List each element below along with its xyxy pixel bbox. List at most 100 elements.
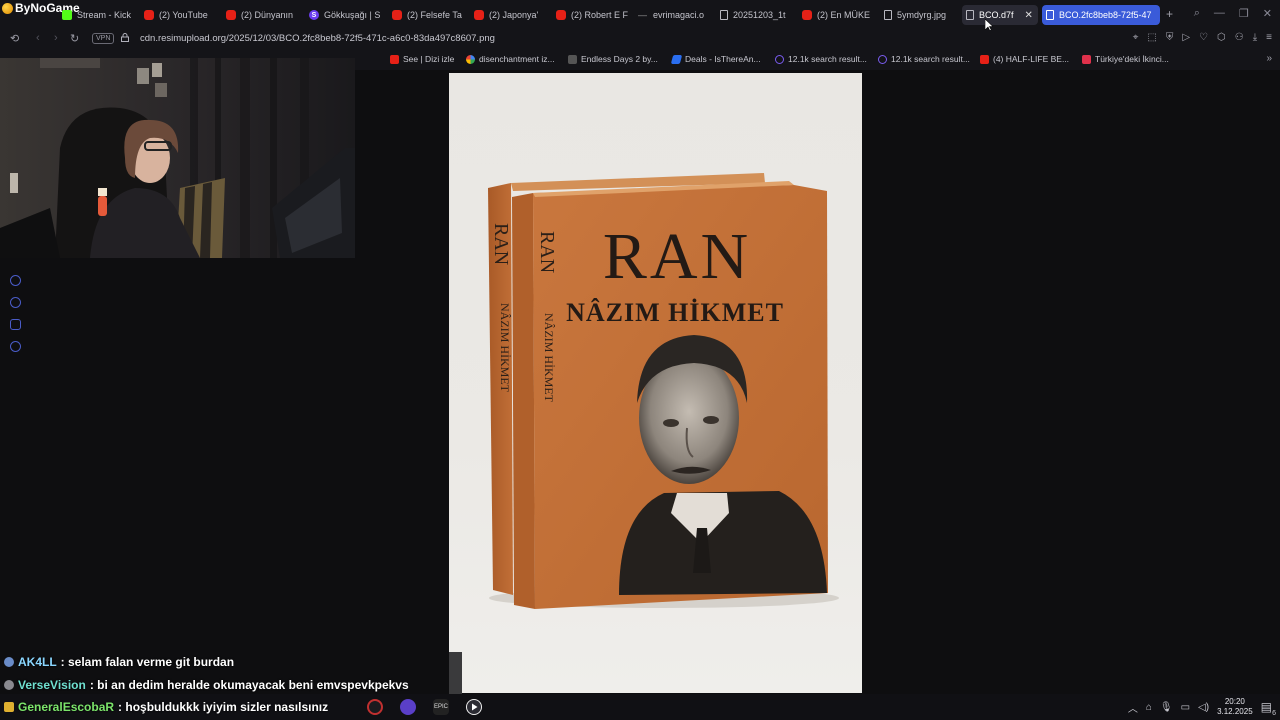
tab-en-muke[interactable]: (2) En MÜKE — [798, 5, 876, 25]
tab-bco-2fc8[interactable]: BCO.2fc8beb8-72f5-47 — [1042, 5, 1160, 25]
webcam-overlay — [0, 58, 355, 258]
youtube-icon — [556, 10, 566, 20]
tab-youtube[interactable]: (2) YouTube — [140, 5, 218, 25]
window-controls: ⌕ — ❐ ✕ — [1194, 7, 1272, 20]
tray-chevron-icon[interactable]: ︿ — [1128, 700, 1138, 715]
pin-icon[interactable]: ⌖ — [1133, 32, 1139, 43]
youtube-icon — [474, 10, 484, 20]
address-bar: ⟲ ‹ › ↻ VPN cdn.resimupload.org/2025/12/… — [0, 30, 1280, 50]
bookmark-see-dizi[interactable]: See | Dizi izle — [390, 54, 454, 64]
deals-icon — [670, 54, 683, 64]
tab-felsefe[interactable]: (2) Felsefe Ta — [388, 5, 466, 25]
close-tab-icon[interactable]: ✕ — [1025, 10, 1033, 21]
chat-message: GeneralEscobaR : hoşbuldukkk iyiyim sizl… — [4, 700, 328, 714]
user-badge-icon — [4, 680, 14, 690]
url-field[interactable]: cdn.resimupload.org/2025/12/03/BCO.2fc8b… — [140, 33, 495, 44]
play-icon — [390, 54, 399, 64]
chat-username[interactable]: GeneralEscobaR — [18, 700, 114, 714]
front-spine-author: NÂZIM HİKMET — [542, 313, 556, 403]
taskbar: GeneralEscobaR : hoşbuldukkk iyiyim sizl… — [0, 694, 1280, 720]
document-icon — [884, 10, 892, 20]
tab-gokkusagi[interactable]: S Gökkuşağı | S — [305, 5, 383, 25]
media-player-icon[interactable] — [466, 699, 482, 715]
search-tabs-icon[interactable]: ⌕ — [1194, 7, 1200, 20]
chat-text: : selam falan verme git burdan — [60, 655, 235, 669]
google-icon — [466, 54, 475, 64]
close-window-icon[interactable]: ✕ — [1263, 7, 1272, 20]
tab-strip: ByNoGame Stream - Kick (2) YouTube (2) D… — [0, 0, 1280, 30]
bookmark-half-life[interactable]: (4) HALF-LIFE BE... — [980, 54, 1069, 64]
tab-5ymdyrg[interactable]: 5ymdyrg.jpg — [880, 5, 958, 25]
profile-icon[interactable]: ⚇ — [1235, 32, 1244, 43]
chat-username[interactable]: VerseVision — [18, 678, 86, 692]
dash-icon: — — [638, 10, 647, 20]
tab-label: Stream - Kick — [77, 10, 132, 20]
new-tab-button[interactable]: + — [1166, 7, 1173, 21]
book-title: RAN — [603, 220, 751, 293]
search-icon — [775, 54, 784, 64]
bookmark-endless-days[interactable]: Endless Days 2 by... — [568, 54, 658, 64]
youtube-icon — [144, 10, 154, 20]
tab-japonya[interactable]: (2) Japonya' — [470, 5, 548, 25]
tab-20251203[interactable]: 20251203_1t — [716, 5, 794, 25]
network-icon[interactable]: ▭ — [1181, 702, 1190, 713]
red-icon — [1082, 54, 1091, 64]
tab-evrimagaci[interactable]: — evrimagaci.o — [634, 5, 712, 25]
tab-label: (2) Robert E F — [571, 10, 629, 20]
obs-app-icon[interactable] — [367, 699, 383, 715]
system-tray: ︿ ⌂ 🎙︎ ▭ ◁) 20:20 3.12.2025 ▤ 6 — [1128, 694, 1280, 720]
bookmark-turkiye[interactable]: Türkiye'deki İkinci... — [1082, 54, 1169, 64]
sidebar-home-icon[interactable] — [10, 275, 21, 286]
menu-icon[interactable]: ≡ — [1266, 32, 1272, 43]
youtube-icon — [980, 54, 989, 64]
back-button[interactable]: ‹ — [36, 32, 40, 44]
search-icon — [878, 54, 887, 64]
screenshot-icon[interactable]: ⬚ — [1147, 32, 1156, 43]
bookmark-label: (4) HALF-LIFE BE... — [993, 54, 1070, 64]
youtube-icon — [226, 10, 236, 20]
minimize-icon[interactable]: — — [1214, 7, 1225, 20]
volume-icon[interactable]: ◁) — [1198, 702, 1209, 713]
tab-dunyanin[interactable]: (2) Dünyanın — [222, 5, 300, 25]
chat-username[interactable]: AK4LL — [18, 655, 57, 669]
bookmark-disenchantment[interactable]: disenchantment iz... — [466, 54, 555, 64]
logo-ball-icon — [2, 2, 13, 14]
tab-label: 20251203_1t — [733, 10, 786, 20]
front-spine-title: RAN — [536, 231, 558, 273]
chat-message: VerseVision : bi an dedim heralde okumay… — [4, 678, 409, 692]
bookmark-label: Türkiye'deki İkinci... — [1095, 54, 1169, 64]
tab-stream-kick[interactable]: Stream - Kick — [58, 5, 132, 25]
maximize-icon[interactable]: ❐ — [1239, 7, 1249, 20]
notifications-icon[interactable]: ▤ 6 — [1261, 700, 1276, 717]
toolbar-icons: ⌖ ⬚ ⛨ ▷ ♡ ⬡ ⚇ ⤓ ≡ — [1133, 32, 1272, 43]
play-icon[interactable]: ▷ — [1182, 32, 1190, 43]
browser-app-icon[interactable] — [400, 699, 416, 715]
sidebar-settings-icon[interactable] — [10, 341, 21, 352]
epic-games-icon[interactable]: EPIC — [433, 699, 449, 715]
bookmark-deals[interactable]: Deals - IsThereAn... — [670, 54, 761, 64]
more-bookmarks-icon[interactable]: » — [1266, 53, 1272, 64]
sidebar-extensions-icon[interactable] — [10, 319, 21, 330]
sync-icon[interactable]: ⟲ — [10, 32, 19, 45]
vpn-badge[interactable]: VPN — [92, 33, 115, 44]
extensions-icon[interactable]: ⬡ — [1217, 32, 1226, 43]
chat-message: AK4LL : selam falan verme git burdan — [4, 655, 234, 669]
tray-device-icon[interactable]: ⌂ — [1146, 702, 1152, 713]
tab-robert[interactable]: (2) Robert E F — [552, 5, 630, 25]
tab-bco-d7f[interactable]: BCO.d7f ✕ — [962, 5, 1038, 25]
forward-button[interactable]: › — [54, 32, 58, 44]
chat-scrollbar[interactable] — [449, 652, 462, 694]
book-author: NÂZIM HİKMET — [566, 298, 784, 327]
reload-button[interactable]: ↻ — [70, 32, 79, 45]
bookmark-search-1[interactable]: 12.1k search result... — [775, 54, 867, 64]
clock[interactable]: 20:20 3.12.2025 — [1217, 697, 1253, 717]
document-icon — [720, 10, 728, 20]
clock-date: 3.12.2025 — [1217, 707, 1253, 716]
heart-icon[interactable]: ♡ — [1199, 32, 1208, 43]
sidebar-history-icon[interactable] — [10, 297, 21, 308]
download-icon[interactable]: ⤓ — [1253, 32, 1257, 43]
kick-icon — [62, 10, 72, 20]
shield-icon[interactable]: ⛨ — [1166, 32, 1174, 43]
bookmark-search-2[interactable]: 12.1k search result... — [878, 54, 970, 64]
microphone-icon[interactable]: 🎙︎ — [1160, 702, 1173, 713]
